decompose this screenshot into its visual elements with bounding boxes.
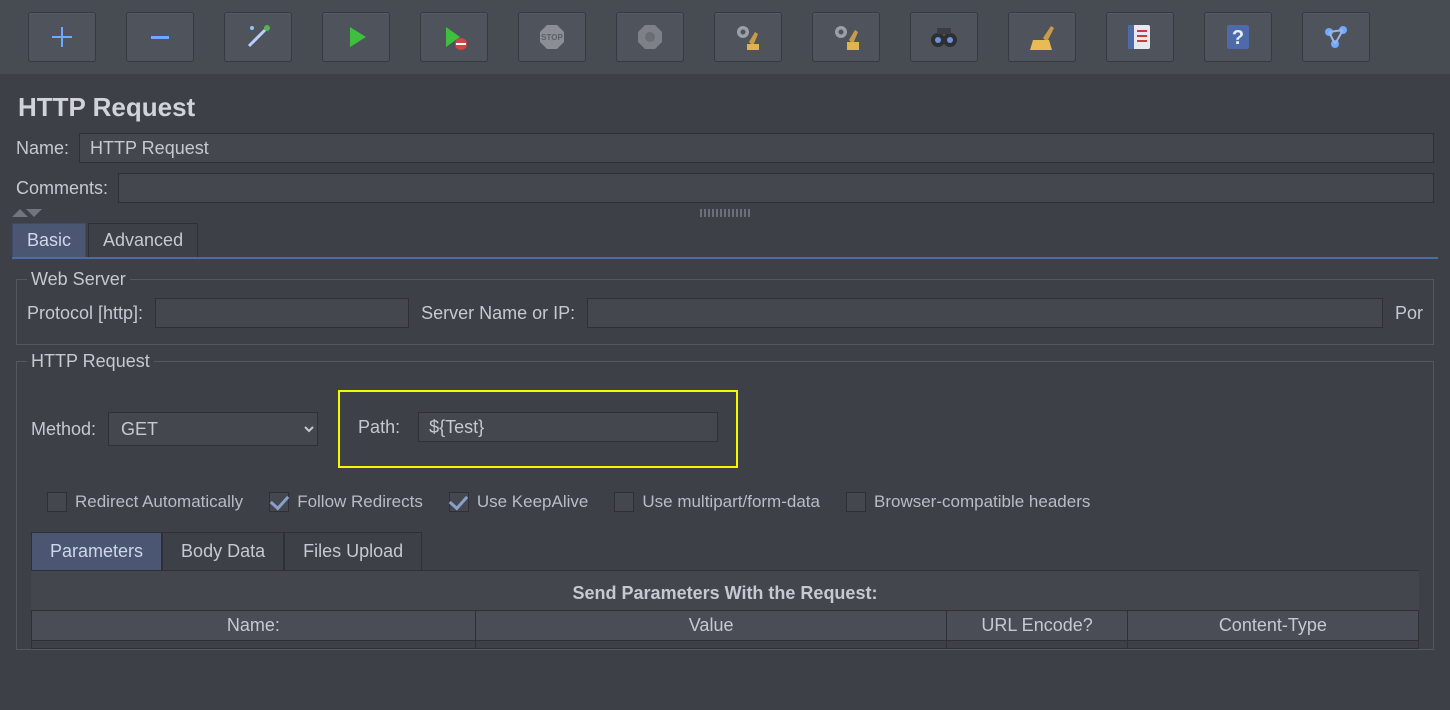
checkbox-icon [846,492,866,512]
httprequest-fieldset: HTTP Request Method: GET Path: Redirect … [16,351,1434,650]
toolbar-clear-button[interactable] [1008,12,1076,62]
param-tabs: Parameters Body Data Files Upload [31,532,1423,570]
gear-broom-icon [733,22,763,52]
main-toolbar: STOP ? [0,0,1450,74]
tab-underline [12,257,1438,259]
name-label: Name: [16,138,69,159]
httprequest-legend: HTTP Request [27,351,154,372]
parameters-title: Send Parameters With the Request: [31,570,1419,610]
toolbar-help-button[interactable]: ? [1204,12,1272,62]
tab-advanced[interactable]: Advanced [88,223,198,257]
report-icon [1125,22,1155,52]
servername-input[interactable] [587,298,1383,328]
subtab-files-upload[interactable]: Files Upload [284,532,422,570]
protocol-label: Protocol [http]: [27,303,143,324]
port-label: Por [1395,303,1423,324]
parameters-table: Name: Value URL Encode? Content-Type [31,610,1419,649]
collapse-handle[interactable] [0,205,1450,221]
molecule-icon [1321,22,1351,52]
comments-label: Comments: [16,178,108,199]
name-input[interactable] [79,133,1434,163]
redirect-auto-label: Redirect Automatically [75,492,243,512]
follow-redirects-checkbox[interactable]: Follow Redirects [269,492,423,512]
binoculars-icon [929,22,959,52]
path-input[interactable] [418,412,718,442]
toolbar-wand-button[interactable] [224,12,292,62]
toolbar-add-button[interactable] [28,12,96,62]
collapse-down-icon [26,209,42,217]
webserver-fieldset: Web Server Protocol [http]: Server Name … [16,269,1434,345]
toolbar-cleanup-button[interactable] [714,12,782,62]
top-tabs: Basic Advanced [0,221,1450,257]
path-callout: Path: [338,390,738,468]
col-name[interactable]: Name: [32,611,476,641]
broom-icon [1027,22,1057,52]
checkbox-icon [449,492,469,512]
checkbox-icon [614,492,634,512]
tab-basic[interactable]: Basic [12,223,86,257]
keepalive-label: Use KeepAlive [477,492,589,512]
play-icon [342,23,370,51]
method-select[interactable]: GET [108,412,318,446]
play-no-icon [440,23,468,51]
gear-broom2-icon [831,22,861,52]
follow-redirects-label: Follow Redirects [297,492,423,512]
help-icon: ? [1223,22,1253,52]
table-row[interactable] [32,641,1419,649]
options-row: Redirect Automatically Follow Redirects … [47,492,1423,512]
keepalive-checkbox[interactable]: Use KeepAlive [449,492,589,512]
path-label: Path: [358,417,400,438]
svg-text:STOP: STOP [541,33,563,42]
protocol-input[interactable] [155,298,409,328]
toolbar-plugins-button[interactable] [1302,12,1370,62]
comments-input[interactable] [118,173,1434,203]
subtab-body-data[interactable]: Body Data [162,532,284,570]
multipart-label: Use multipart/form-data [642,492,820,512]
stop-icon: STOP [537,22,567,52]
checkbox-icon [269,492,289,512]
col-enc[interactable]: URL Encode? [947,611,1127,641]
page-title: HTTP Request [0,74,1450,131]
toolbar-run-nopause-button[interactable] [420,12,488,62]
svg-text:?: ? [1232,27,1244,49]
minus-icon [146,23,174,51]
plus-icon [48,23,76,51]
webserver-legend: Web Server [27,269,130,290]
grip-icon [700,209,750,217]
wand-icon [243,22,273,52]
redirect-auto-checkbox[interactable]: Redirect Automatically [47,492,243,512]
toolbar-cleanup2-button[interactable] [812,12,880,62]
col-ctype[interactable]: Content-Type [1127,611,1418,641]
name-row: Name: [0,131,1450,165]
method-label: Method: [31,419,96,440]
stop-disabled-icon [635,22,665,52]
toolbar-report-button[interactable] [1106,12,1174,62]
col-value[interactable]: Value [475,611,947,641]
multipart-checkbox[interactable]: Use multipart/form-data [614,492,820,512]
toolbar-remove-button[interactable] [126,12,194,62]
subtab-parameters[interactable]: Parameters [31,532,162,570]
browser-headers-checkbox[interactable]: Browser-compatible headers [846,492,1090,512]
comments-row: Comments: [0,171,1450,205]
toolbar-search-button[interactable] [910,12,978,62]
toolbar-stop-disabled-button[interactable] [616,12,684,62]
browser-headers-label: Browser-compatible headers [874,492,1090,512]
toolbar-run-button[interactable] [322,12,390,62]
servername-label: Server Name or IP: [421,303,575,324]
toolbar-stop-button[interactable]: STOP [518,12,586,62]
checkbox-icon [47,492,67,512]
